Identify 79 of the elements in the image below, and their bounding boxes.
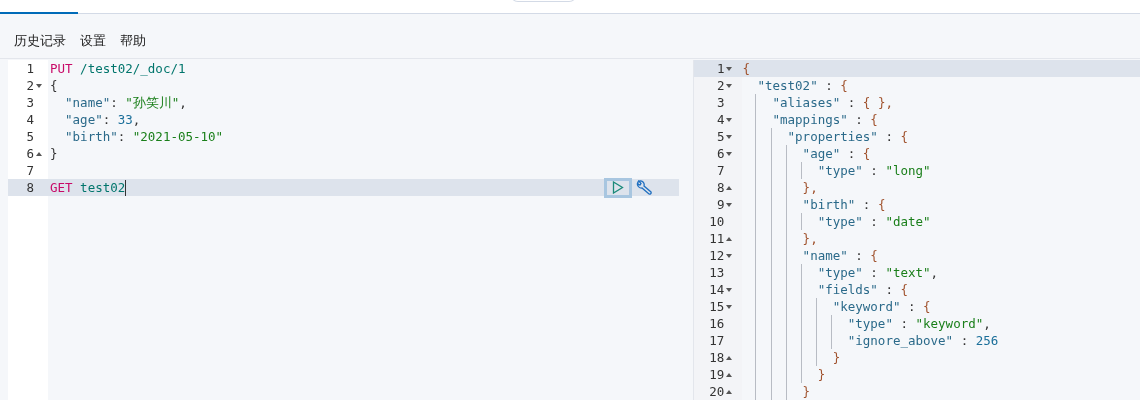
code-line: { <box>742 60 750 77</box>
code-line: }, <box>801 179 818 196</box>
line-number: 16 <box>709 315 725 332</box>
line-number: 6 <box>716 145 725 162</box>
line-number: 20 <box>709 383 725 400</box>
line-number: 19 <box>709 366 725 383</box>
line-number: 7 <box>716 162 725 179</box>
unfold-icon[interactable] <box>726 185 733 190</box>
code-line: "type" : "keyword", <box>846 315 991 332</box>
fold-icon[interactable] <box>726 134 733 139</box>
fold-icon[interactable] <box>726 304 733 309</box>
line-number: 2 <box>716 77 725 94</box>
code-line: "type" : "date" <box>816 213 931 230</box>
code-line: "age" : { <box>801 145 871 162</box>
fold-icon[interactable] <box>726 287 733 292</box>
line-number: 1 <box>716 60 725 77</box>
fold-icon[interactable] <box>726 83 733 88</box>
code-line: "test02" : { <box>756 77 848 94</box>
code-line: "name": "孙笑川", <box>64 94 187 111</box>
code-line: "fields" : { <box>816 281 908 298</box>
line-number: 5 <box>26 128 34 145</box>
code-line: PUT /test02/_doc/1 <box>50 60 186 77</box>
unfold-icon[interactable] <box>726 236 733 241</box>
line-number: 8 <box>26 179 34 196</box>
unfold-icon[interactable] <box>726 389 733 394</box>
play-icon <box>612 181 625 194</box>
line-number: 4 <box>716 111 725 128</box>
menu-item[interactable]: 帮助 <box>114 31 152 51</box>
fold-icon[interactable] <box>726 253 733 258</box>
unfold-icon[interactable] <box>36 151 42 156</box>
line-number: 1 <box>26 60 34 77</box>
code-line: "type" : "text", <box>816 264 939 281</box>
line-number: 4 <box>26 111 34 128</box>
line-number: 12 <box>709 247 725 264</box>
fold-icon[interactable] <box>726 117 733 122</box>
unfold-icon[interactable] <box>726 355 733 360</box>
code-line: "ignore_above" : 256 <box>846 332 999 349</box>
line-number: 10 <box>709 213 725 230</box>
code-line: }, <box>801 230 818 247</box>
line-number: 3 <box>716 94 725 111</box>
fold-icon[interactable] <box>726 202 733 207</box>
code-editor[interactable]: 1 PUT /test02/_doc/1 2 { 3 "name": "孙笑川", 4 "age": 33, 5 "birth": "2021-05-10" 6 } 7 8 GET test02 <box>8 60 680 400</box>
fold-icon[interactable] <box>36 83 42 88</box>
wrench-icon[interactable] <box>635 179 654 196</box>
code-line: "properties" : { <box>786 128 908 145</box>
code-line: "keyword" : { <box>831 298 931 315</box>
code-line: "birth": "2021-05-10" <box>64 128 224 145</box>
code-line: "mappings" : { <box>771 111 878 128</box>
fold-icon[interactable] <box>726 66 733 71</box>
code-line: } <box>831 349 841 366</box>
line-number: 6 <box>26 145 34 162</box>
line-number: 11 <box>709 230 725 247</box>
code-line: GET test02 <box>50 179 126 196</box>
menu-item[interactable]: 历史记录 <box>8 31 72 51</box>
code-line: "type" : "long" <box>816 162 931 179</box>
line-number: 17 <box>709 332 725 349</box>
line-number: 13 <box>709 264 725 281</box>
code-line: } <box>50 145 58 162</box>
line-number: 18 <box>709 349 725 366</box>
code-line: "age": 33, <box>64 111 141 128</box>
code-line: "aliases" : { }, <box>771 94 893 111</box>
code-line: } <box>801 383 811 400</box>
menu-item[interactable]: 设置 <box>74 31 112 51</box>
code-line: "birth" : { <box>801 196 886 213</box>
line-number: 15 <box>709 298 725 315</box>
code-line: } <box>816 366 826 383</box>
code-line: { <box>50 77 58 94</box>
line-number: 14 <box>709 281 725 298</box>
line-number: 9 <box>716 196 725 213</box>
line-number: 2 <box>26 77 34 94</box>
code-line: "name" : { <box>801 247 878 264</box>
run-button[interactable] <box>604 177 633 198</box>
unfold-icon[interactable] <box>726 372 733 377</box>
line-number: 7 <box>26 162 34 179</box>
fold-icon[interactable] <box>726 151 733 156</box>
line-number: 5 <box>716 128 725 145</box>
text-cursor <box>125 179 127 196</box>
line-number: 3 <box>26 94 34 111</box>
line-number: 8 <box>716 179 725 196</box>
